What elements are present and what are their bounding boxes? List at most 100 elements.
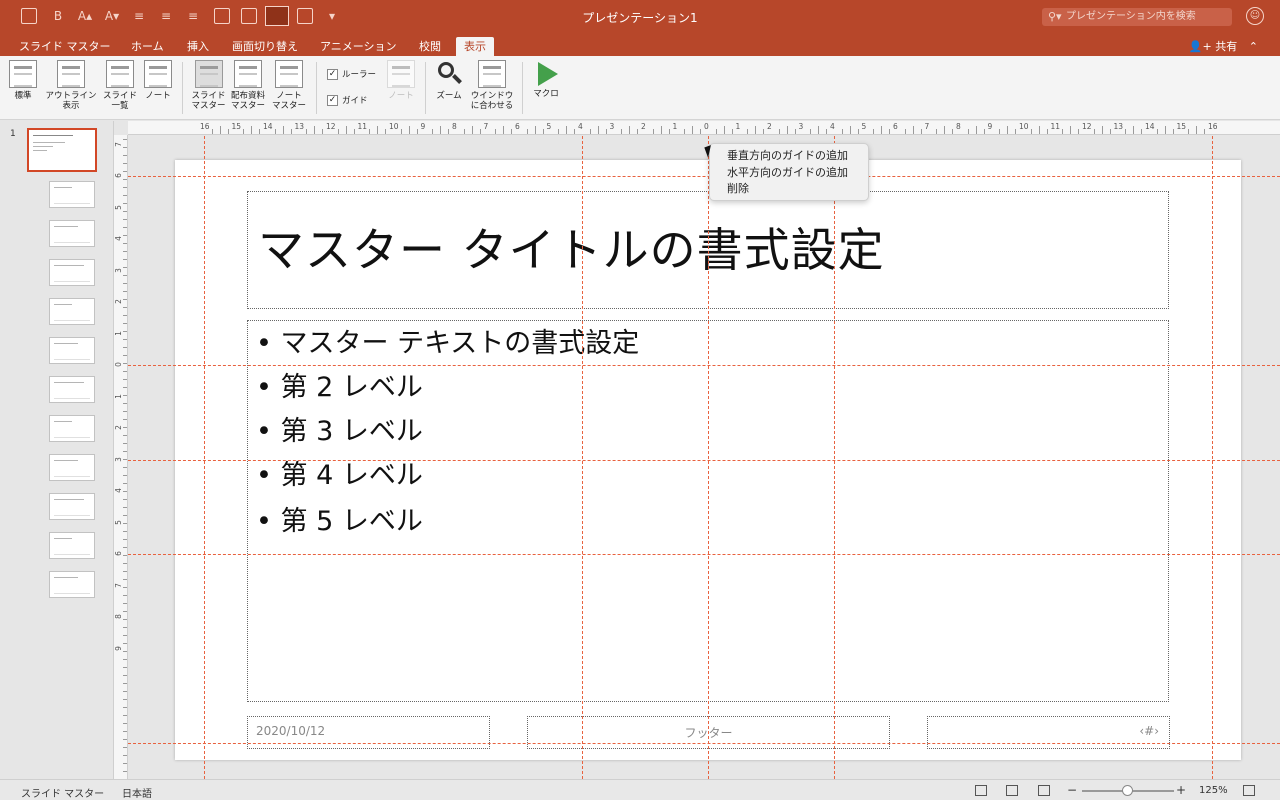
ruler-tick (763, 129, 765, 134)
ruler-tick (123, 315, 127, 316)
fit-to-window-button[interactable]: ウインドウ に合わせる (468, 60, 516, 111)
layout-thumbnail[interactable] (49, 532, 95, 559)
ruler-tick (123, 491, 127, 492)
tab-animations[interactable]: アニメーション (312, 37, 405, 56)
vertical-guide[interactable] (1212, 136, 1213, 779)
horizontal-guide[interactable] (128, 554, 1280, 555)
ruler-tick (605, 129, 607, 134)
notes-page-icon (144, 60, 172, 88)
ruler-tick (1007, 126, 1009, 134)
bullet-level-4: • 第 4 レベル (256, 460, 423, 491)
share-label: 共有 (1215, 40, 1238, 53)
layout-thumbnail[interactable] (49, 298, 95, 325)
normal-view-status-icon[interactable] (975, 785, 987, 796)
zoom-level[interactable]: 125% (1199, 785, 1228, 796)
menu-item-add-horizontal-guide[interactable]: 水平方向のガイドの追加 (710, 165, 868, 182)
ruler-label: 8 (452, 122, 457, 131)
menu-item-add-vertical-guide[interactable]: 垂直方向のガイドの追加 (710, 148, 868, 165)
layout-thumbnail[interactable] (49, 415, 95, 442)
tab-view[interactable]: 表示 (456, 37, 494, 56)
slide-sorter-button[interactable]: スライド 一覧 (102, 60, 138, 111)
ruler-tick (337, 129, 339, 134)
handout-master-button[interactable]: 配布資料 マスター (229, 60, 267, 111)
horizontal-ruler[interactable]: 16 15 14 13 12 11 10 9 8 7 6 5 4 3 2 1 0 1 2 3 4 5 6 7 8 9 10 11 12 1… (128, 121, 1280, 135)
ruler-tick (700, 129, 702, 134)
ruler-tick (747, 129, 749, 134)
notes-page-button[interactable]: ノート (141, 60, 175, 101)
ruler-label: 1 (113, 393, 123, 399)
ribbon-separator (425, 62, 426, 114)
slideshow-status-icon[interactable] (1038, 785, 1050, 796)
tab-slide-master[interactable]: スライド マスター (11, 37, 119, 56)
share-button[interactable]: 👤+ 共有 ⌃ (1189, 38, 1258, 54)
tab-review[interactable]: 校閲 (411, 37, 449, 56)
notes-master-label: ノート マスター (271, 91, 306, 111)
layout-thumbnail[interactable] (49, 220, 95, 247)
fit-slide-icon[interactable] (1243, 785, 1255, 796)
ruler-tick (621, 129, 623, 134)
ruler-label: 12 (1082, 122, 1092, 131)
layout-thumbnail[interactable] (49, 454, 95, 481)
slide-sorter-status-icon[interactable] (1006, 785, 1018, 796)
master-slide-thumbnail[interactable] (27, 128, 97, 172)
guides-checkbox[interactable]: ✓ ガイド (327, 94, 368, 106)
zoom-slider-handle[interactable] (1122, 785, 1133, 796)
horizontal-guide[interactable] (128, 460, 1280, 461)
ruler-tick (123, 163, 127, 164)
layout-thumbnail[interactable] (49, 259, 95, 286)
macro-label: マクロ (533, 89, 559, 99)
tab-insert[interactable]: 挿入 (179, 37, 217, 56)
feedback-smiley-icon[interactable]: ☺ (1246, 7, 1264, 25)
horizontal-guide[interactable] (128, 743, 1280, 744)
ruler-tick (123, 403, 127, 404)
outline-view-button[interactable]: アウトライン 表示 (43, 60, 99, 111)
vertical-guide[interactable] (204, 136, 205, 779)
layout-thumbnail[interactable] (49, 376, 95, 403)
menu-item-delete[interactable]: 削除 (710, 181, 868, 198)
ruler-label: 8 (113, 614, 123, 619)
ruler-tick (123, 219, 127, 220)
vertical-ruler[interactable]: 7 6 5 4 3 2 1 0 1 2 3 4 5 6 7 8 9 (114, 135, 128, 779)
ruler-tick (1038, 126, 1040, 134)
ruler-tick (975, 126, 977, 134)
zoom-button[interactable]: ズーム (433, 60, 465, 101)
vertical-guide[interactable] (708, 136, 709, 779)
horizontal-guide[interactable] (128, 365, 1280, 366)
ruler-tick (353, 129, 355, 134)
zoom-in-button[interactable]: + (1176, 783, 1186, 797)
notes-toggle-button[interactable]: ノート (384, 60, 418, 101)
notes-master-button[interactable]: ノート マスター (270, 60, 308, 111)
zoom-out-button[interactable]: − (1067, 783, 1077, 797)
ruler-tick (574, 129, 576, 134)
layout-thumbnail[interactable] (49, 571, 95, 598)
ruler-tick (243, 129, 245, 134)
vertical-guide[interactable] (582, 136, 583, 779)
date-placeholder[interactable]: 2020/10/12 (247, 716, 490, 749)
layout-thumbnail[interactable] (49, 337, 95, 364)
status-language[interactable]: 日本語 (122, 785, 152, 800)
slide-number-placeholder[interactable]: ‹#› (927, 716, 1170, 749)
normal-view-label: 標準 (14, 91, 32, 101)
layout-thumbnail[interactable] (49, 493, 95, 520)
ruler-label: 4 (113, 236, 123, 241)
ruler-tick (503, 126, 505, 134)
fit-window-icon (478, 60, 506, 88)
normal-view-button[interactable]: 標準 (6, 60, 40, 101)
ruler-tick (652, 129, 654, 134)
macro-button[interactable]: マクロ (530, 60, 562, 99)
ruler-tick (123, 747, 127, 748)
ribbon-separator (182, 62, 183, 114)
thumbnail-line (54, 382, 84, 383)
tab-transitions[interactable]: 画面切り替え (224, 37, 306, 56)
slide-master-label: スライド マスター (191, 91, 226, 111)
ruler-checkbox[interactable]: ✓ ルーラー (327, 68, 376, 80)
layout-thumbnail[interactable] (49, 181, 95, 208)
tab-home[interactable]: ホーム (123, 37, 172, 56)
ruler-tick (668, 129, 670, 134)
search-input[interactable]: ⚲▾ プレゼンテーション内を検索 (1042, 8, 1232, 26)
horizontal-guide[interactable] (128, 176, 1280, 177)
vertical-guide[interactable] (834, 136, 835, 779)
notes-toggle-icon (387, 60, 415, 88)
slide-master-button[interactable]: スライド マスター (190, 60, 227, 111)
search-icon: ⚲▾ (1048, 10, 1062, 23)
